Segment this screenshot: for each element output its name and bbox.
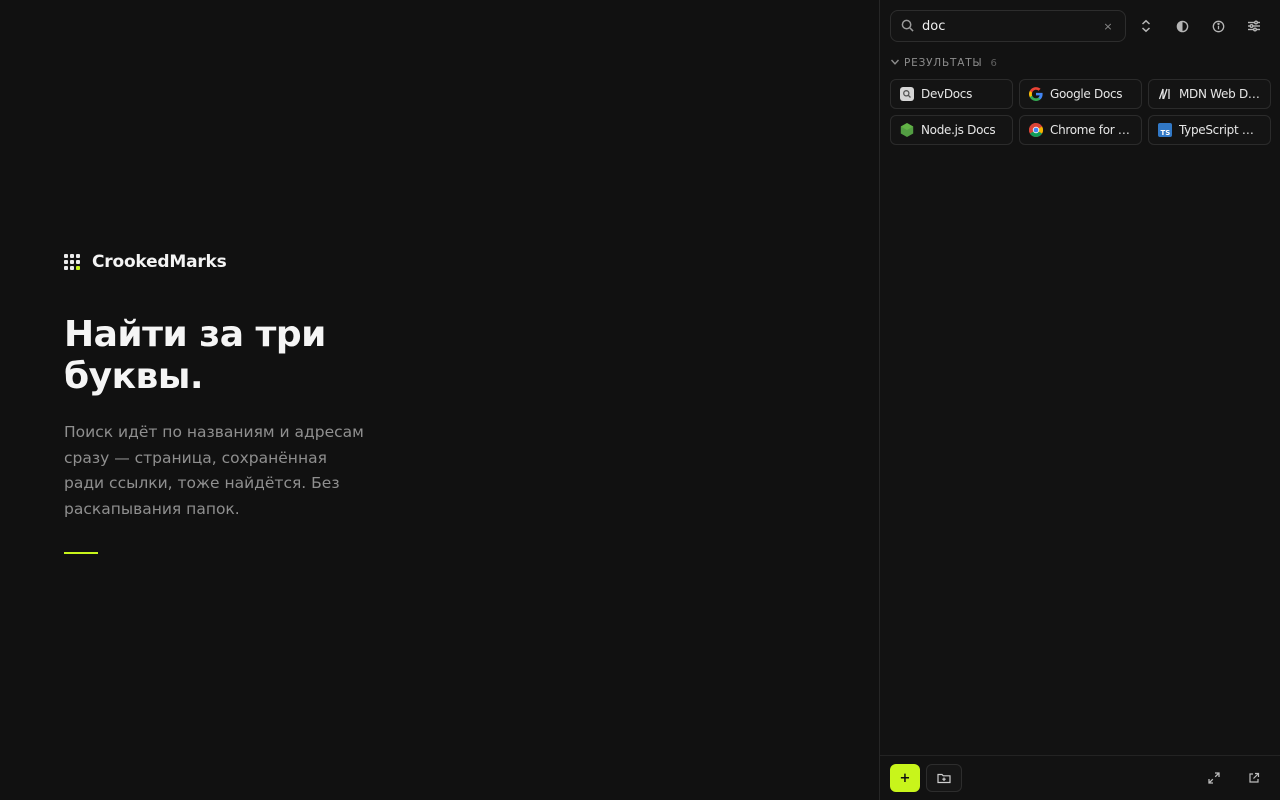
chevron-down-icon (890, 57, 900, 70)
new-folder-icon (937, 773, 951, 784)
search-row: × (890, 10, 1270, 42)
result-label: Chrome for De... (1050, 123, 1133, 137)
result-label: MDN Web Docs (1179, 87, 1262, 101)
new-folder-button[interactable] (926, 764, 962, 792)
expand-button[interactable] (1201, 765, 1227, 791)
bookmarks-panel: × (879, 0, 1280, 800)
open-external-button[interactable] (1241, 765, 1267, 791)
results-grid: DevDocs Google Docs MDN Web Docs Node.js… (890, 79, 1271, 145)
result-chip-chrome-for-developers[interactable]: Chrome for De... (1019, 115, 1142, 145)
typescript-icon: TS (1157, 122, 1173, 138)
brand-name: CrookedMarks (92, 252, 227, 272)
settings-sliders-icon (1248, 20, 1260, 32)
google-icon (1028, 86, 1044, 102)
search-box[interactable]: × (890, 10, 1126, 42)
sort-icon (1141, 19, 1151, 33)
bottom-right-actions (1201, 765, 1267, 791)
sort-button[interactable] (1132, 12, 1160, 40)
brand: CrookedMarks (64, 250, 384, 274)
add-bookmark-button[interactable]: + (890, 764, 920, 792)
result-label: TypeScript Ha... (1179, 123, 1262, 137)
search-input[interactable] (922, 12, 1093, 40)
result-chip-nodejs-docs[interactable]: Node.js Docs (890, 115, 1013, 145)
theme-contrast-icon (1176, 20, 1188, 32)
result-chip-mdn-web-docs[interactable]: MDN Web Docs (1148, 79, 1271, 109)
nodejs-icon (899, 122, 915, 138)
hero-title: Найти за три буквы. (64, 314, 326, 397)
brand-grid-icon (64, 254, 80, 270)
chrome-icon (1028, 122, 1044, 138)
results-section-toggle[interactable]: Результаты 6 (890, 56, 997, 70)
result-chip-devdocs[interactable]: DevDocs (890, 79, 1013, 109)
mdn-icon (1157, 86, 1173, 102)
settings-button[interactable] (1240, 12, 1268, 40)
results-count: 6 (990, 57, 997, 69)
search-icon (901, 17, 914, 36)
open-external-icon (1249, 772, 1260, 783)
result-label: Google Docs (1050, 87, 1123, 101)
bottom-bar: + (880, 755, 1280, 800)
results-label: Результаты (904, 57, 983, 69)
info-button[interactable] (1204, 12, 1232, 40)
app-root: CrookedMarks Найти за три буквы. Поиск и… (0, 0, 1280, 800)
toolbar (1132, 12, 1268, 40)
hero-description: Поиск идёт по названиям и адресам сразу … (64, 423, 364, 518)
info-icon (1212, 20, 1224, 32)
devdocs-icon (899, 86, 915, 102)
svg-text:TS: TS (1160, 129, 1170, 137)
result-chip-google-docs[interactable]: Google Docs (1019, 79, 1142, 109)
hero: CrookedMarks Найти за три буквы. Поиск и… (64, 250, 384, 554)
theme-toggle-button[interactable] (1168, 12, 1196, 40)
hero-accent-line (64, 552, 98, 554)
expand-icon (1208, 772, 1220, 784)
result-label: Node.js Docs (921, 123, 996, 137)
clear-search-button[interactable]: × (1101, 20, 1115, 33)
result-chip-typescript-handbook[interactable]: TS TypeScript Ha... (1148, 115, 1271, 145)
result-label: DevDocs (921, 87, 973, 101)
